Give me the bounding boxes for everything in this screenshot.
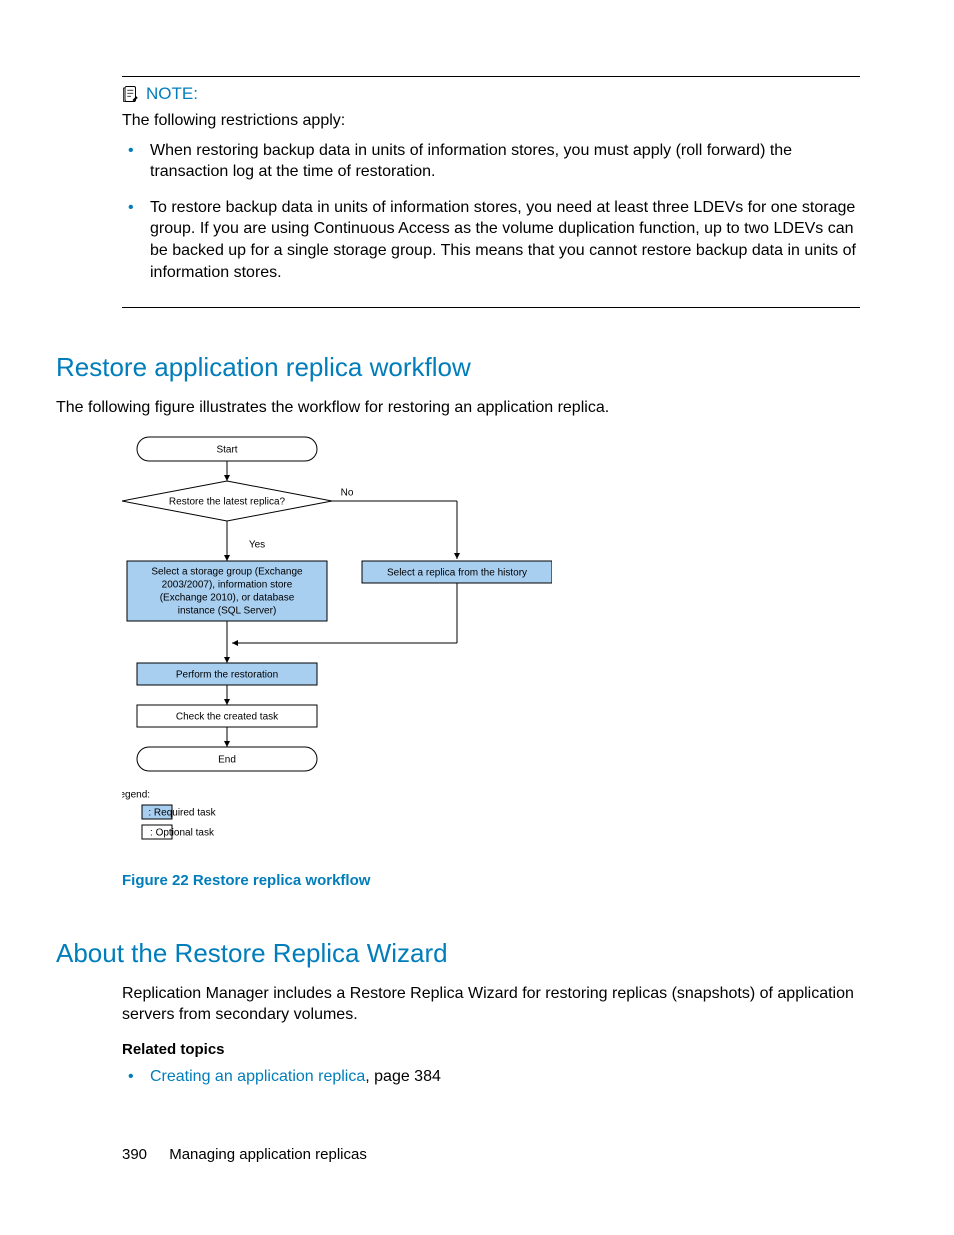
note-block: NOTE: The following restrictions apply: … [122, 76, 860, 308]
related-topic-suffix: , page 384 [365, 1068, 441, 1085]
section-heading-workflow: Restore application replica workflow [56, 350, 860, 385]
flow-select-sg-line4: instance (SQL Server) [178, 605, 277, 616]
section2-body: Replication Manager includes a Restore R… [122, 983, 860, 1088]
section2-para: Replication Manager includes a Restore R… [122, 983, 860, 1026]
legend-optional-label: : Optional task [150, 827, 215, 838]
flow-end-label: End [218, 754, 236, 765]
page-footer: 390 Managing application replicas [122, 1145, 367, 1165]
note-bullet-item: To restore backup data in units of infor… [122, 197, 860, 283]
section1-intro: The following figure illustrates the wor… [56, 397, 860, 419]
note-bullet-item: When restoring backup data in units of i… [122, 140, 860, 183]
document-page: NOTE: The following restrictions apply: … [0, 0, 954, 1235]
related-topics-heading: Related topics [122, 1040, 860, 1060]
flow-yes-label: Yes [249, 539, 265, 550]
flow-decision-label: Restore the latest replica? [169, 496, 286, 507]
flow-select-sg-line3: (Exchange 2010), or database [160, 592, 295, 603]
section-heading-wizard: About the Restore Replica Wizard [56, 936, 860, 971]
note-bullet-list: When restoring backup data in units of i… [122, 140, 860, 284]
note-label: NOTE: [146, 83, 198, 106]
related-topic-link[interactable]: Creating an application replica [150, 1068, 365, 1085]
flowchart-svg: Start Restore the latest replica? No Yes… [122, 435, 552, 855]
page-number: 390 [122, 1146, 147, 1163]
note-icon [122, 85, 140, 103]
note-intro: The following restrictions apply: [122, 110, 860, 132]
flow-start-label: Start [216, 444, 237, 455]
flow-select-history-label: Select a replica from the history [387, 567, 527, 578]
flow-perform-label: Perform the restoration [176, 669, 278, 680]
flow-check-label: Check the created task [176, 711, 279, 722]
note-heading: NOTE: [122, 83, 860, 106]
related-topics-list: Creating an application replica, page 38… [122, 1066, 860, 1088]
legend-title: Legend: [122, 789, 150, 800]
related-topic-item: Creating an application replica, page 38… [122, 1066, 860, 1088]
figure-caption: Figure 22 Restore replica workflow [122, 871, 860, 891]
flow-select-sg-line2: 2003/2007), information store [162, 579, 293, 590]
flow-select-sg-line1: Select a storage group (Exchange [151, 566, 303, 577]
flow-no-label: No [341, 487, 354, 498]
legend-required-label: : Required task [148, 807, 216, 818]
footer-chapter: Managing application replicas [169, 1146, 367, 1163]
workflow-figure: Start Restore the latest replica? No Yes… [122, 435, 860, 892]
